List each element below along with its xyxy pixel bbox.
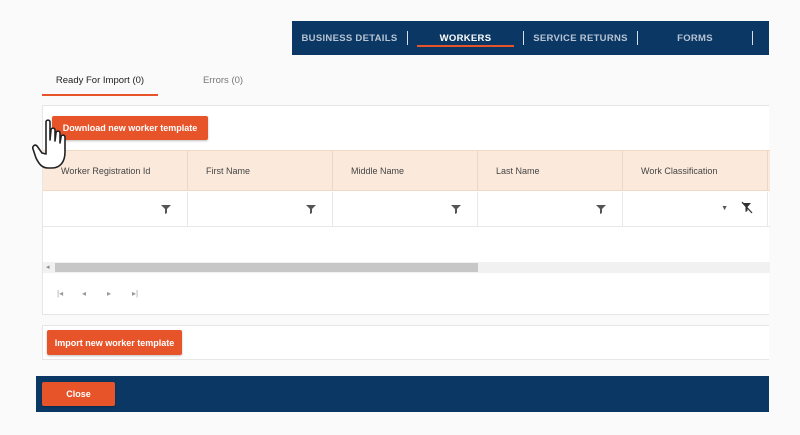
filter-cell-last-name[interactable] — [478, 192, 623, 226]
hand-pointer-icon — [32, 119, 66, 169]
column-header-work-classification[interactable]: Work Classification — [623, 151, 768, 190]
tab-business-details[interactable]: BUSINESS DETAILS — [292, 21, 407, 55]
filter-cell-work-classification[interactable]: ▼ — [623, 192, 768, 226]
nav-divider — [752, 31, 753, 45]
filter-icon[interactable] — [451, 204, 461, 214]
scrollbar-thumb[interactable] — [55, 263, 478, 272]
tab-workers[interactable]: WORKERS — [408, 21, 523, 55]
filter-cell-worker-registration-id[interactable] — [43, 192, 188, 226]
grid-filter-row: ▼ — [43, 192, 770, 227]
scroll-left-icon[interactable]: ◂ — [46, 263, 50, 271]
tab-ready-for-import[interactable]: Ready For Import (0) — [42, 66, 158, 96]
filter-cell-first-name[interactable] — [188, 192, 333, 226]
tab-forms[interactable]: FORMS — [638, 21, 752, 55]
download-template-button[interactable]: Download new worker template — [52, 116, 208, 140]
import-template-button[interactable]: Import new worker template — [47, 330, 182, 355]
column-header-last-name[interactable]: Last Name — [478, 151, 623, 190]
column-header-first-name[interactable]: First Name — [188, 151, 333, 190]
last-page-icon[interactable]: ▸| — [132, 289, 157, 298]
import-panel: Import new worker template — [42, 325, 769, 360]
column-header-middle-name[interactable]: Middle Name — [333, 151, 478, 190]
prev-page-icon[interactable]: ◂ — [82, 289, 107, 298]
grid-header-row: Worker Registration Id First Name Middle… — [43, 150, 770, 191]
next-page-icon[interactable]: ▸ — [107, 289, 132, 298]
top-navigation: BUSINESS DETAILS WORKERS SERVICE RETURNS… — [292, 21, 769, 55]
workers-grid-panel: Download new worker template Worker Regi… — [42, 105, 770, 315]
footer-bar: Close — [36, 376, 769, 412]
import-status-tabs: Ready For Import (0) Errors (0) — [42, 66, 288, 96]
close-button[interactable]: Close — [42, 382, 115, 406]
dropdown-caret-icon[interactable]: ▼ — [721, 205, 728, 212]
filter-icon[interactable] — [596, 204, 606, 214]
page: BUSINESS DETAILS WORKERS SERVICE RETURNS… — [0, 0, 800, 435]
filter-icon[interactable] — [306, 204, 316, 214]
first-page-icon[interactable]: |◂ — [57, 289, 82, 298]
tab-errors[interactable]: Errors (0) — [158, 66, 288, 94]
grid-pager: |◂ ◂ ▸ ▸| — [57, 289, 157, 298]
filter-cell-middle-name[interactable] — [333, 192, 478, 226]
tab-service-returns[interactable]: SERVICE RETURNS — [524, 21, 637, 55]
filter-icon[interactable] — [161, 204, 171, 214]
horizontal-scrollbar[interactable]: ◂ — [43, 262, 770, 273]
clear-filter-icon[interactable] — [741, 201, 753, 214]
